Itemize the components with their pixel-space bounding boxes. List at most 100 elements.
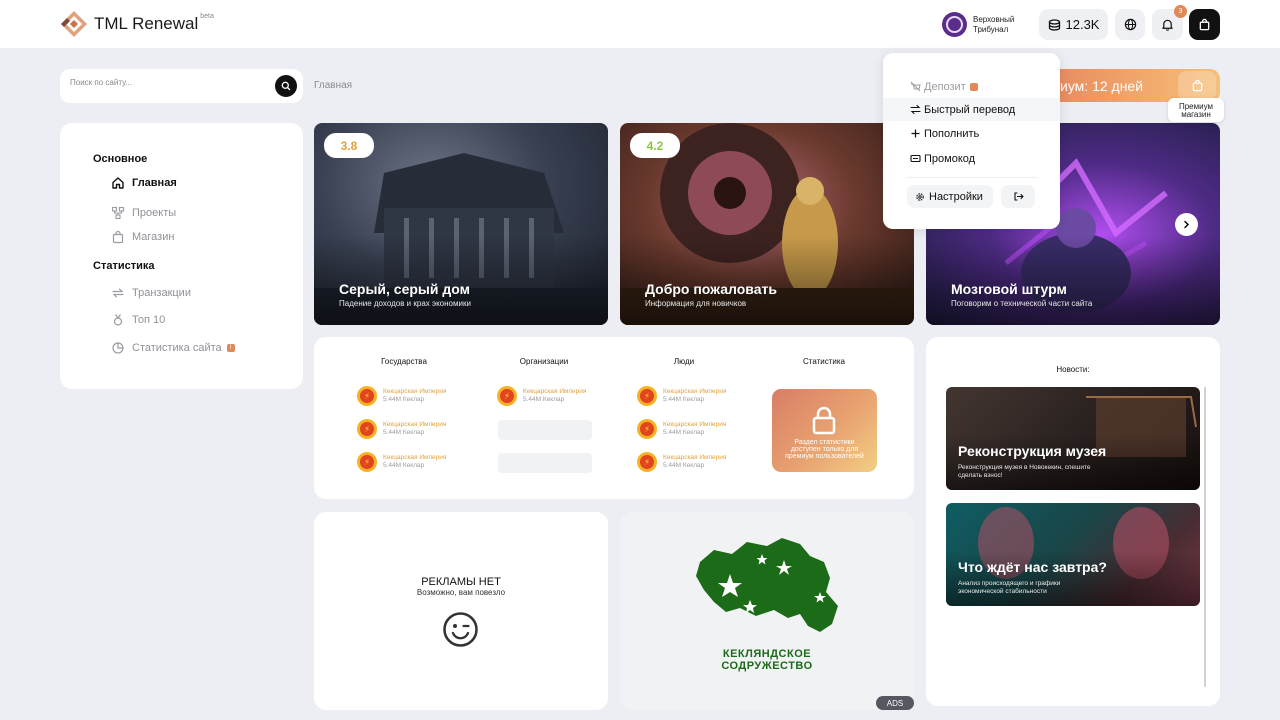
list-item[interactable]: ⚡ Кекцарская Империя 5.44М Кеклар — [357, 452, 446, 472]
premium-locked-card[interactable]: Раздел статистики доступен только для пр… — [772, 389, 877, 472]
nation-ad-card[interactable]: КЕКЛЯНДСКОЕ СОДРУЖЕСТВО — [620, 512, 914, 710]
ads-badge[interactable]: ADS — [876, 696, 914, 710]
menu-item-label: Депозит — [924, 80, 966, 93]
hero-title: Серый, серый дом — [339, 281, 470, 297]
list-item[interactable]: ⚡ Кекцарская Империя 5.44М Кеклар — [497, 386, 586, 406]
entry-name: Кекцарская Империя — [383, 421, 447, 428]
search-input[interactable] — [70, 78, 270, 87]
state-emblem-icon: ⚡ — [357, 419, 377, 439]
user-profile[interactable]: Верховный Трибунал — [942, 12, 1023, 37]
user-name: Верховный Трибунал — [973, 14, 1015, 34]
news-card[interactable]: Реконструкция музея Реконструкция музея … — [946, 387, 1200, 490]
news-card-subtitle: Реконструкция музея в Новокекин, спешите… — [958, 464, 1091, 479]
coins-icon — [1048, 18, 1060, 31]
search-icon — [281, 81, 291, 91]
news-panel: Новости: Реконструкция музея Реконструкц… — [926, 337, 1220, 706]
sidebar-item-transactions[interactable]: Транзакции — [110, 285, 191, 301]
state-emblem-icon: ⚡ — [357, 386, 377, 406]
language-button[interactable] — [1115, 9, 1145, 40]
empty-placeholder — [498, 420, 592, 440]
entry-name: Кекцарская Империя — [523, 388, 587, 395]
column-title-people[interactable]: Люди — [624, 357, 744, 366]
bell-icon — [1162, 19, 1173, 31]
rating-badge: 3.8 — [324, 133, 374, 158]
menu-item-label: Быстрый перевод — [924, 103, 1016, 116]
premium-text: иум: 12 дней — [1060, 77, 1144, 94]
sidebar: Основное Главная Проекты Магазин Статист… — [60, 123, 303, 389]
entry-name: Кекцарская Империя — [663, 421, 727, 428]
menu-item-deposit[interactable]: Депозит — [883, 75, 1060, 98]
shop-bag-icon — [110, 229, 126, 245]
list-item[interactable]: ⚡ Кекцарская Империя 5.44М Кеклар — [637, 419, 726, 439]
list-item[interactable]: ⚡ Кекцарская Империя 5.44М Кеклар — [637, 386, 726, 406]
balance-button[interactable]: 12.3K — [1039, 9, 1108, 40]
app-name: TML Renewal — [94, 14, 199, 33]
sidebar-item-home[interactable]: Главная — [110, 175, 177, 191]
search-box — [60, 69, 303, 103]
hero-subtitle: Информация для новичков — [645, 299, 747, 308]
menu-item-label: Пополнить — [924, 127, 980, 140]
app-logo[interactable]: TML Renewal beta — [60, 10, 214, 38]
plus-icon — [909, 128, 921, 139]
entry-value: 5.44М Кеклар — [383, 429, 425, 436]
entry-name: Кекцарская Империя — [383, 454, 447, 461]
search-button[interactable] — [275, 75, 297, 97]
state-emblem-icon: ⚡ — [637, 419, 657, 439]
menu-item-top-up[interactable]: Пополнить — [883, 122, 1060, 145]
chevron-right-icon — [1184, 220, 1190, 229]
carousel-next-button[interactable] — [1175, 213, 1198, 236]
hero-card[interactable]: 4.2 Добро пожаловать Информация для нови… — [620, 123, 914, 325]
sidebar-item-projects[interactable]: Проекты — [110, 205, 176, 221]
medal-icon — [110, 312, 126, 328]
list-item[interactable]: ⚡ Кекцарская Империя 5.44М Кеклар — [357, 419, 446, 439]
shop-bag-button[interactable] — [1189, 9, 1220, 40]
hero-title: Мозговой штурм — [951, 281, 1067, 297]
state-emblem-icon: ⚡ — [637, 452, 657, 472]
column-title-statistics[interactable]: Статистика — [764, 357, 884, 366]
settings-button[interactable]: Настройки — [907, 185, 993, 208]
sidebar-item-shop[interactable]: Магазин — [110, 229, 174, 245]
pie-chart-icon — [110, 340, 126, 356]
rating-badge: 4.2 — [630, 133, 680, 158]
sidebar-item-site-stats[interactable]: Статистика сайта ! — [110, 340, 235, 356]
hero-subtitle: Поговорим о технической части сайта — [951, 299, 1093, 308]
menu-item-quick-transfer[interactable]: Быстрый перевод — [883, 98, 1060, 121]
new-badge — [969, 82, 978, 91]
menu-item-promo-code[interactable]: Промокод — [883, 147, 1060, 170]
premium-shop-button[interactable] — [1178, 71, 1216, 100]
state-emblem-icon: ⚡ — [357, 452, 377, 472]
shopping-bag-icon — [1192, 79, 1202, 92]
entry-value: 5.44М Кеклар — [383, 396, 425, 403]
news-card-subtitle: Анализ происходящего и графики экономиче… — [958, 580, 1061, 595]
breadcrumb[interactable]: Главная — [314, 80, 352, 91]
column-title-states[interactable]: Государства — [344, 357, 464, 366]
shopping-bag-icon — [1199, 18, 1210, 31]
promo-ticket-icon — [909, 153, 921, 164]
column-title-organizations[interactable]: Организации — [484, 357, 604, 366]
list-item[interactable]: ⚡ Кекцарская Империя 5.44М Кеклар — [637, 452, 726, 472]
avatar — [942, 12, 967, 37]
hero-card[interactable]: 3.8 Серый, серый дом Падение доходов и к… — [314, 123, 608, 325]
wink-smiley-icon — [443, 612, 478, 647]
logo-icon — [61, 11, 87, 37]
logout-icon — [1013, 192, 1024, 201]
gear-icon — [916, 192, 924, 201]
state-emblem-icon: ⚡ — [637, 386, 657, 406]
transactions-icon — [110, 285, 126, 301]
top-header: TML Renewal beta Верховный Трибунал 12.3… — [0, 0, 1280, 48]
transfer-icon — [909, 104, 921, 115]
news-card[interactable]: Что ждёт нас завтра? Анализ происходящег… — [946, 503, 1200, 606]
hero-title: Добро пожаловать — [645, 281, 777, 297]
list-item[interactable]: ⚡ Кекцарская Империя 5.44М Кеклар — [357, 386, 446, 406]
sidebar-item-label: Проекты — [132, 207, 177, 219]
new-badge: ! — [226, 344, 235, 352]
entry-name: Кекцарская Империя — [663, 454, 727, 461]
entry-name: Кекцарская Империя — [663, 388, 727, 395]
sidebar-item-top10[interactable]: Топ 10 — [110, 312, 165, 328]
stats-panel: Государства Организации Люди Статистика … — [314, 337, 914, 499]
sidebar-item-label: Магазин — [132, 231, 175, 243]
sidebar-section-title: Основное — [93, 153, 148, 165]
news-scrollbar[interactable] — [1204, 387, 1206, 687]
notifications-button[interactable]: 3 — [1152, 5, 1187, 40]
logout-button[interactable] — [1001, 185, 1035, 208]
